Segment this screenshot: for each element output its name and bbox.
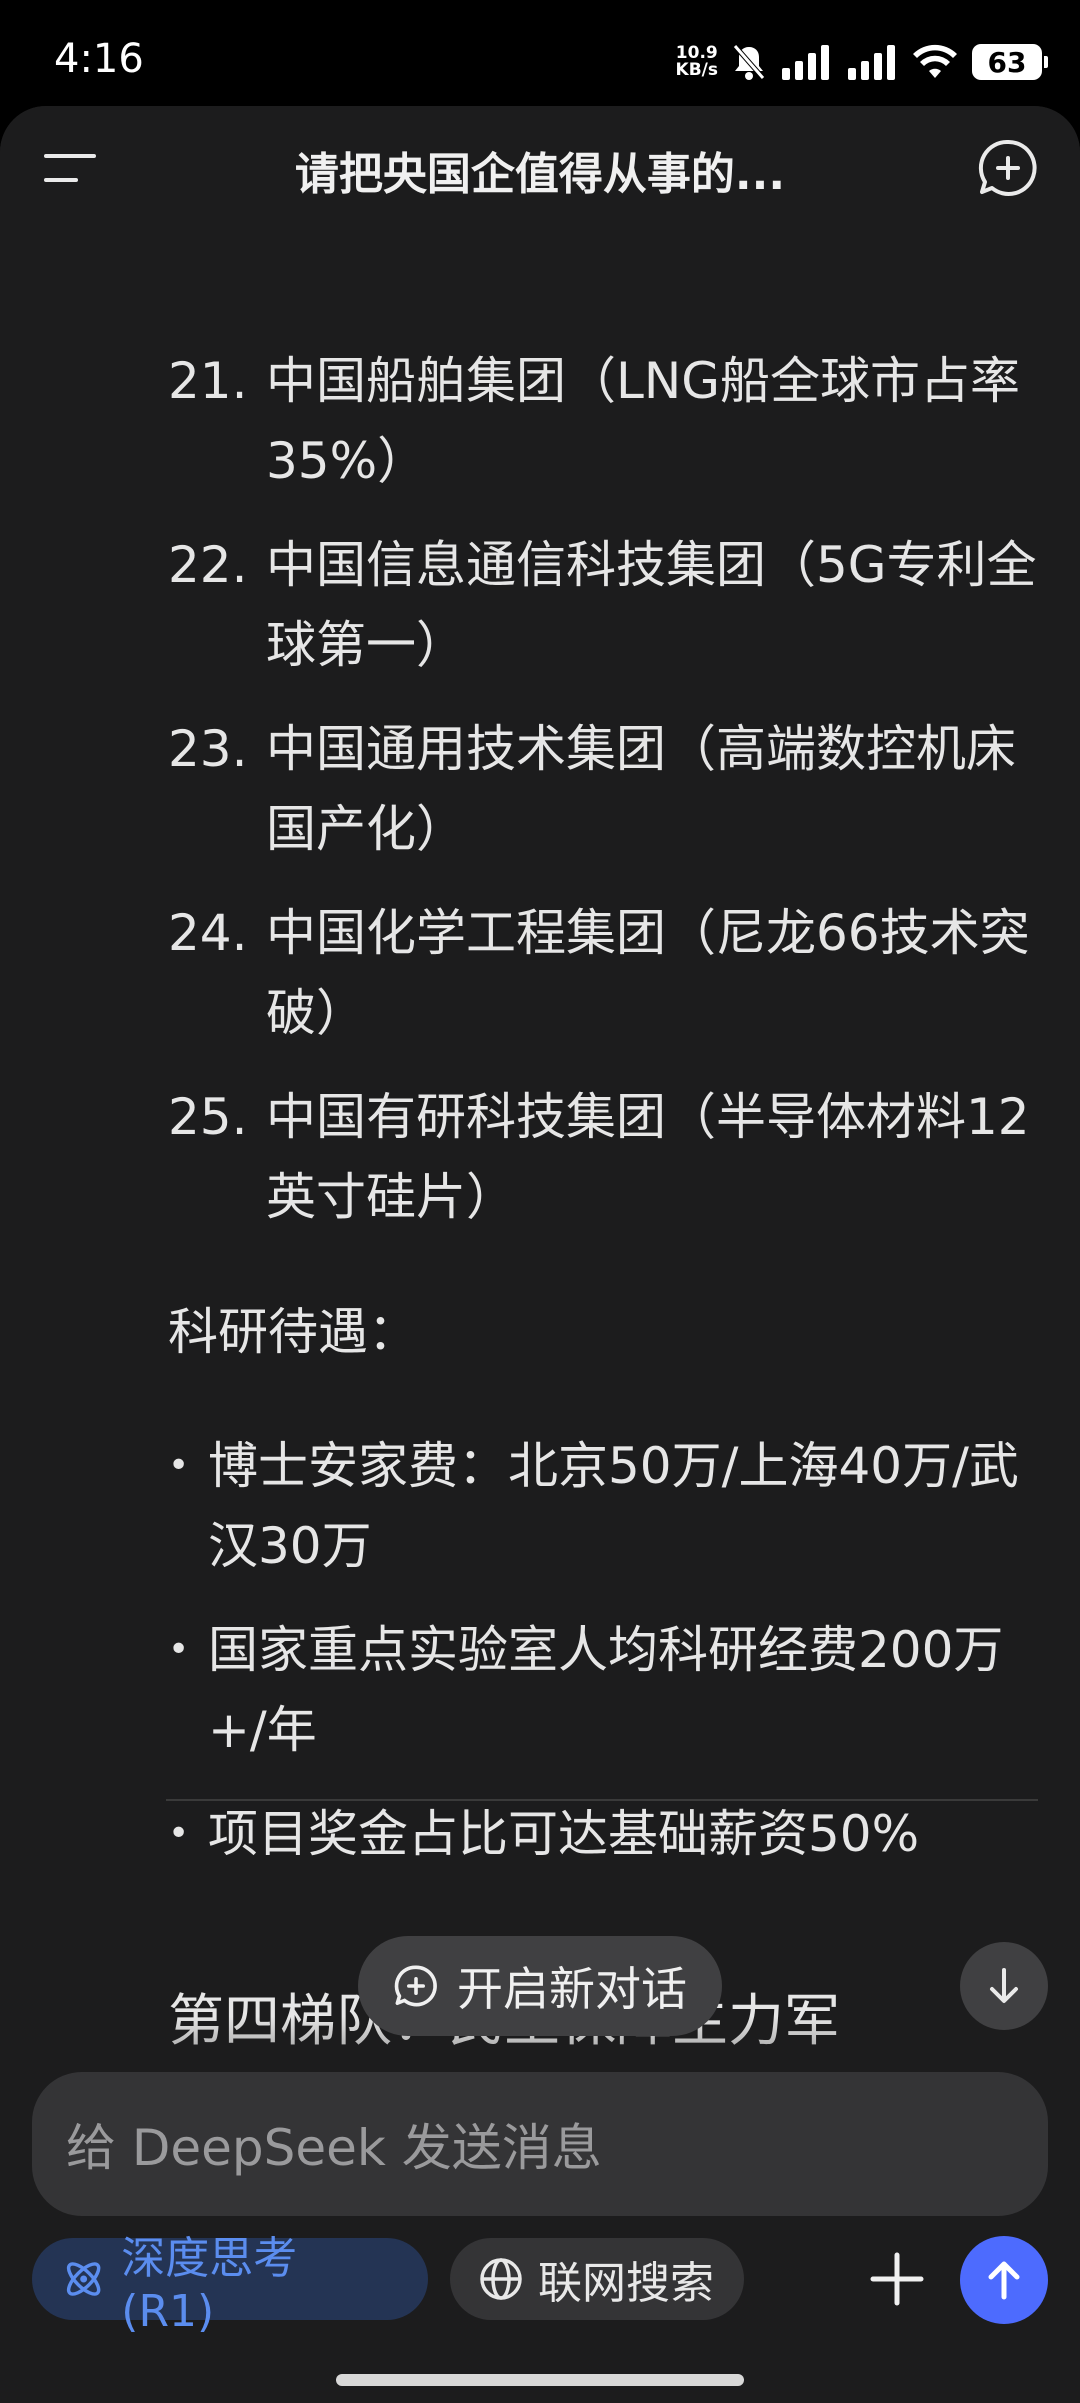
list-item: 22. 中国信息通信科技集团（5G专利全球第一） bbox=[168, 525, 1048, 685]
list-item: 21. 中国船舶集团（LNG船全球市占率35%） bbox=[168, 341, 1048, 501]
new-chat-pill-button[interactable]: 开启新对话 bbox=[358, 1936, 722, 2036]
list-number: 22. bbox=[168, 536, 248, 594]
status-bar: 4:16 10.9 KB/s 63 bbox=[0, 0, 1080, 110]
list-text: 中国化学工程集团（尼龙66技术突破） bbox=[266, 904, 1030, 1042]
menu-icon[interactable] bbox=[40, 144, 100, 194]
list-text: 中国船舶集团（LNG船全球市占率35%） bbox=[266, 352, 1021, 490]
divider bbox=[166, 1799, 1038, 1801]
list-number: 24. bbox=[168, 904, 248, 962]
list-number: 21. bbox=[168, 352, 248, 410]
bullet-item: • 博士安家费：北京50万/上海40万/武汉30万 bbox=[168, 1426, 1048, 1586]
net-speed-unit: KB/s bbox=[675, 60, 718, 80]
status-icons: 10.9 KB/s 63 bbox=[676, 38, 1048, 86]
bullet-dot: • bbox=[168, 1629, 190, 1670]
chat-app: 请把央国企值得从事的... 21. 中国船舶集团（LNG船全球市占率35%） 2… bbox=[0, 106, 1080, 2403]
list-number: 25. bbox=[168, 1088, 248, 1146]
bullet-item: • 国家重点实验室人均科研经费200万+/年 bbox=[168, 1610, 1048, 1770]
home-indicator[interactable] bbox=[336, 2374, 744, 2386]
bullet-text: 博士安家费：北京50万/上海40万/武汉30万 bbox=[208, 1437, 1019, 1575]
section-label: 科研待遇： bbox=[168, 1303, 418, 1361]
bullet-text: 项目奖金占比可达基础薪资50% bbox=[208, 1805, 920, 1863]
web-search-toggle[interactable]: 联网搜索 bbox=[450, 2238, 744, 2320]
message-input[interactable]: 给 DeepSeek 发送消息 bbox=[32, 2072, 1048, 2216]
new-chat-label: 开启新对话 bbox=[457, 1962, 687, 2016]
conversation-title[interactable]: 请把央国企值得从事的... bbox=[150, 138, 930, 202]
web-search-label: 联网搜索 bbox=[538, 2258, 714, 2309]
atom-icon bbox=[66, 2262, 101, 2296]
arrow-down-icon bbox=[990, 1968, 1018, 2003]
scroll-down-button[interactable] bbox=[960, 1942, 1048, 2030]
app-header: 请把央国企值得从事的... bbox=[0, 106, 1080, 230]
list-text: 中国通用技术集团（高端数控机床国产化） bbox=[266, 720, 1016, 858]
signal-icon-1 bbox=[782, 45, 829, 80]
new-chat-icon bbox=[394, 1965, 437, 2007]
deep-think-toggle[interactable]: 深度思考 (R1) bbox=[32, 2233, 428, 2337]
battery-indicator: 63 bbox=[972, 44, 1048, 80]
globe-icon bbox=[480, 2258, 522, 2300]
bell-muted-icon bbox=[733, 44, 765, 80]
net-speed: 10.9 KB/s bbox=[676, 45, 718, 79]
list-text: 中国信息通信科技集团（5G专利全球第一） bbox=[266, 536, 1037, 674]
list-text: 中国有研科技集团（半导体材料12英寸硅片） bbox=[266, 1088, 1030, 1226]
bullet-dot: • bbox=[168, 1445, 190, 1486]
list-item: 25. 中国有研科技集团（半导体材料12英寸硅片） bbox=[168, 1077, 1048, 1237]
wifi-icon bbox=[913, 44, 957, 78]
send-button[interactable] bbox=[960, 2236, 1048, 2324]
status-time: 4:16 bbox=[54, 36, 144, 82]
bullet-dot: • bbox=[168, 1813, 190, 1854]
new-chat-icon[interactable] bbox=[976, 136, 1040, 200]
list-item: 23. 中国通用技术集团（高端数控机床国产化） bbox=[168, 709, 1048, 869]
signal-icon-2 bbox=[848, 45, 895, 80]
list-item: 24. 中国化学工程集团（尼龙66技术突破） bbox=[168, 893, 1048, 1053]
plus-icon[interactable] bbox=[862, 2238, 932, 2320]
list-number: 23. bbox=[168, 720, 248, 778]
bullet-item: • 项目奖金占比可达基础薪资50% bbox=[168, 1794, 1048, 1874]
message-content: 21. 中国船舶集团（LNG船全球市占率35%） 22. 中国信息通信科技集团（… bbox=[0, 230, 1080, 2130]
deep-think-label: 深度思考 (R1) bbox=[121, 2232, 298, 2337]
bullet-text: 国家重点实验室人均科研经费200万+/年 bbox=[208, 1621, 1004, 1759]
arrow-up-icon bbox=[988, 2261, 1020, 2300]
